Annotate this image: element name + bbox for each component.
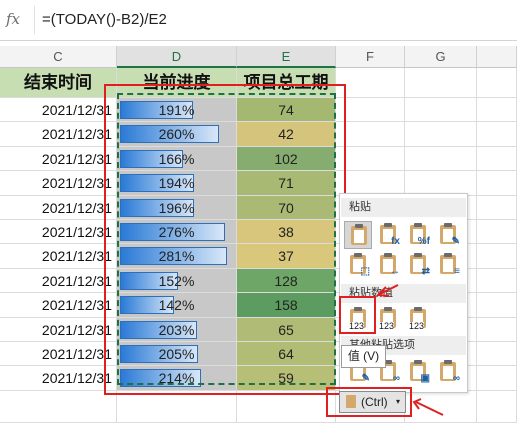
arrow-icon bbox=[412, 398, 444, 416]
annotation-arrows bbox=[375, 284, 444, 416]
arrow-icon bbox=[375, 284, 399, 297]
